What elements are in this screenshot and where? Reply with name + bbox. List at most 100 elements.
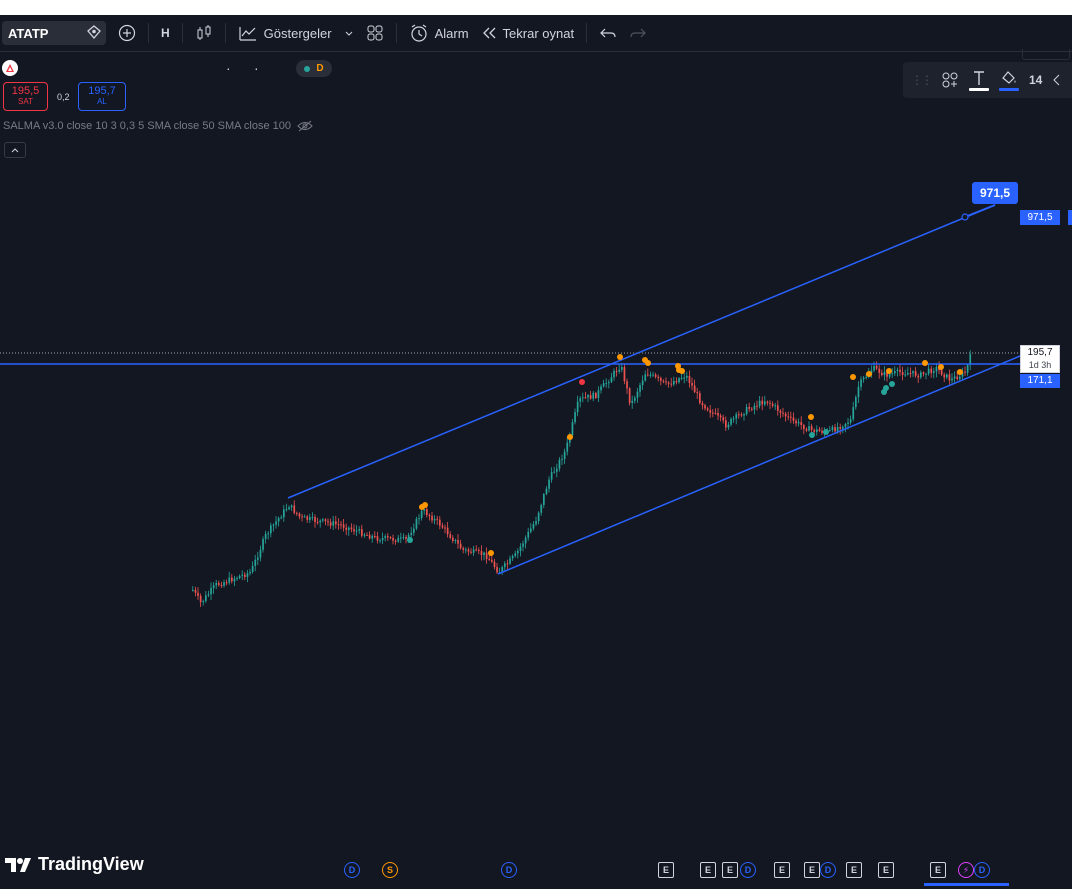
candle-body — [277, 518, 280, 522]
candle-body — [943, 374, 946, 378]
candle-body — [327, 521, 329, 523]
candle-body — [665, 381, 667, 383]
candle-body — [397, 537, 400, 542]
callout-pointer — [964, 204, 996, 218]
candle-body — [241, 574, 244, 576]
candle-body — [836, 427, 839, 432]
last-price-axis-label: 195,7 1d 3h — [1020, 345, 1060, 373]
event-marker-earnings[interactable]: E — [658, 862, 674, 878]
candle-body — [306, 516, 309, 520]
candle-body — [805, 429, 808, 431]
candle-body — [236, 578, 238, 580]
candle-body — [264, 533, 267, 540]
candle-body — [787, 416, 790, 418]
candle-body — [951, 378, 953, 381]
candle-body — [332, 521, 335, 526]
candle-body — [909, 373, 912, 375]
candle-body — [511, 556, 514, 559]
market-status-badge[interactable]: D — [296, 60, 332, 77]
candle-body — [883, 371, 886, 376]
candle-body — [829, 429, 831, 431]
buy-price: 195,7 — [88, 85, 116, 97]
candle-body — [803, 425, 805, 430]
candle-body — [738, 414, 740, 416]
candle-body — [371, 535, 374, 539]
candle-body — [964, 371, 966, 373]
sell-button[interactable]: 195,5 SAT — [3, 82, 48, 111]
indicator-legend[interactable]: SALMA v3.0 close 10 3 0,3 5 SMA close 50… — [3, 120, 313, 132]
event-marker-earnings[interactable]: E — [700, 862, 716, 878]
candle-body — [288, 507, 290, 510]
event-marker-earnings[interactable]: E — [722, 862, 738, 878]
candle-body — [808, 426, 810, 431]
candle-body — [267, 533, 270, 535]
candle-body — [784, 413, 787, 417]
sell-signal-dot — [823, 429, 829, 435]
candle-body — [844, 423, 847, 427]
buy-signal-dot — [922, 360, 928, 366]
candle-body — [275, 521, 277, 525]
event-marker-earnings[interactable]: E — [930, 862, 946, 878]
status-dot-icon — [304, 65, 311, 72]
event-marker-news[interactable]: ⚡ — [958, 862, 974, 878]
buy-button[interactable]: 195,7 AL — [78, 82, 126, 111]
candle-body — [488, 559, 491, 561]
candle-body — [394, 540, 397, 542]
candle-body — [514, 553, 517, 557]
candle-body — [894, 371, 896, 374]
event-marker-dividend[interactable]: D — [344, 862, 360, 878]
candle-body — [587, 395, 589, 398]
buy-signal-dot — [866, 371, 872, 377]
candle-body — [535, 521, 537, 525]
price-chart[interactable] — [0, 0, 1072, 889]
candle-body — [506, 563, 509, 565]
templates-button[interactable] — [941, 65, 959, 95]
candle-body — [470, 551, 472, 553]
event-marker-earnings[interactable]: E — [878, 862, 894, 878]
font-size-button[interactable]: 14 — [1029, 65, 1042, 95]
collapse-legend-button[interactable] — [4, 142, 26, 158]
event-marker-split[interactable]: S — [382, 862, 398, 878]
fill-color-button[interactable] — [999, 65, 1019, 95]
more-options-button[interactable] — [1052, 65, 1060, 95]
candle-body — [740, 414, 743, 416]
channel-upper-line — [287, 204, 996, 499]
event-marker-dividend[interactable]: D — [740, 862, 756, 878]
font-size-value: 14 — [1029, 73, 1043, 87]
candle-body — [709, 410, 712, 413]
candle-body — [670, 383, 673, 385]
candle-body — [363, 534, 366, 536]
candle-body — [254, 559, 257, 566]
text-color-button[interactable] — [969, 65, 989, 95]
candle-body — [831, 427, 834, 430]
event-marker-dividend[interactable]: D — [501, 862, 517, 878]
candle-body — [675, 381, 678, 383]
eye-hidden-icon[interactable] — [297, 120, 313, 132]
event-marker-earnings[interactable]: E — [774, 862, 790, 878]
candle-body — [548, 479, 550, 489]
drag-handle-icon[interactable]: ⋮⋮ — [911, 73, 933, 87]
text-icon — [974, 70, 984, 85]
candle-body — [584, 397, 587, 399]
event-marker-earnings[interactable]: E — [804, 862, 820, 878]
event-marker-dividend[interactable]: D — [974, 862, 990, 878]
candle-body — [790, 416, 792, 418]
candle-body — [758, 400, 761, 406]
buy-signal-dot — [422, 502, 428, 508]
event-marker-earnings[interactable]: E — [846, 862, 862, 878]
indicator-title: SALMA v3.0 close 10 3 0,3 5 SMA close 50… — [3, 120, 291, 132]
candle-body — [574, 412, 576, 423]
templates-icon — [942, 72, 958, 88]
candle-body — [691, 382, 693, 386]
candle-body — [192, 589, 194, 591]
candle-body — [457, 540, 459, 544]
candle-body — [660, 378, 662, 381]
candle-body — [545, 488, 548, 495]
candle-body — [563, 451, 566, 460]
candle-body — [530, 528, 532, 532]
event-marker-dividend[interactable]: D — [820, 862, 836, 878]
candle-body — [428, 515, 431, 517]
candle-body — [340, 524, 342, 526]
target-price-callout[interactable]: 971,5 — [972, 182, 1018, 204]
candle-body — [946, 374, 948, 378]
